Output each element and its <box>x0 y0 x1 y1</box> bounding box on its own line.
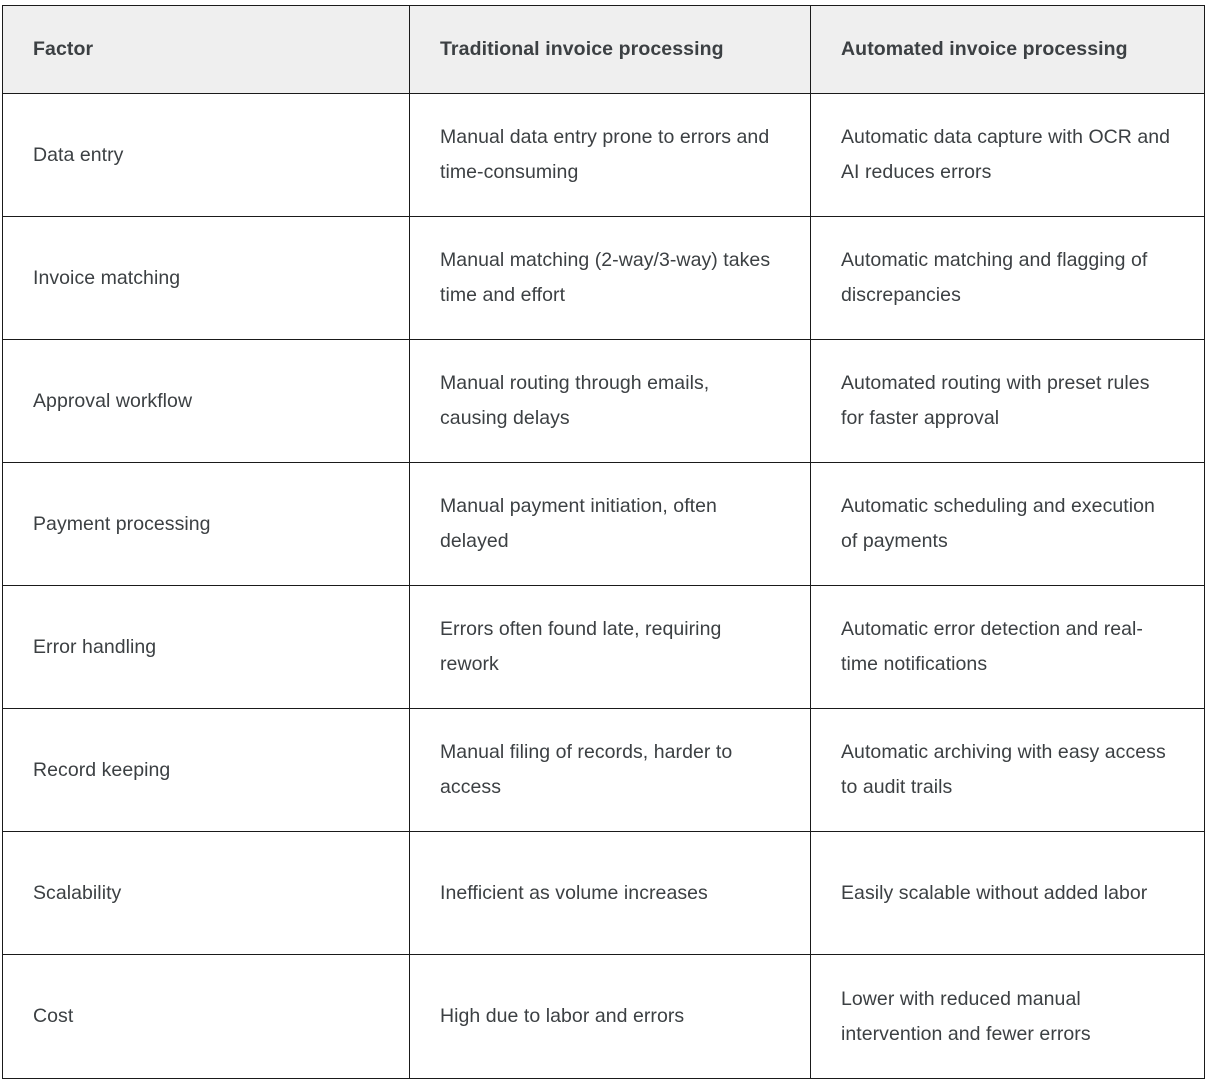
cell-traditional: Manual matching (2-way/3-way) takes time… <box>409 216 811 340</box>
column-header-traditional: Traditional invoice processing <box>409 5 811 94</box>
column-header-traditional-label: Traditional invoice processing <box>440 38 724 61</box>
page-root: Factor Traditional invoice processing Au… <box>0 0 1216 1080</box>
cell-traditional: Errors often found late, requiring rewor… <box>409 585 811 709</box>
cell-traditional: Manual routing through emails, causing d… <box>409 339 811 463</box>
cell-automated-text: Easily scalable without added labor <box>841 881 1148 904</box>
cell-automated-text: Automatic error detection and real-time … <box>841 618 1143 675</box>
cell-factor: Record keeping <box>2 708 410 832</box>
comparison-table: Factor Traditional invoice processing Au… <box>2 5 1205 1079</box>
table-row: Scalability Inefficient as volume increa… <box>2 831 1205 955</box>
cell-automated: Automatic scheduling and execution of pa… <box>810 462 1205 586</box>
cell-traditional-text: Manual filing of records, harder to acce… <box>440 741 733 798</box>
cell-automated-text: Automatic data capture with OCR and AI r… <box>841 126 1171 183</box>
cell-factor-text: Payment processing <box>33 512 211 535</box>
table-row: Approval workflow Manual routing through… <box>2 339 1205 463</box>
cell-factor-text: Record keeping <box>33 758 171 781</box>
column-header-automated-label: Automated invoice processing <box>841 38 1128 61</box>
cell-factor-text: Approval workflow <box>33 389 193 412</box>
table-body: Data entry Manual data entry prone to er… <box>2 93 1205 1079</box>
table-header-row: Factor Traditional invoice processing Au… <box>2 5 1205 94</box>
table-row: Cost High due to labor and errors Lower … <box>2 954 1205 1079</box>
cell-factor-text: Cost <box>33 1005 74 1027</box>
cell-traditional-text: Manual matching (2-way/3-way) takes time… <box>440 249 771 306</box>
cell-automated-text: Lower with reduced manual intervention a… <box>841 987 1091 1045</box>
table-row: Data entry Manual data entry prone to er… <box>2 93 1205 217</box>
cell-automated: Automated routing with preset rules for … <box>810 339 1205 463</box>
cell-factor: Scalability <box>2 831 410 955</box>
cell-factor: Cost <box>2 954 410 1079</box>
cell-automated: Lower with reduced manual intervention a… <box>810 954 1205 1079</box>
cell-factor: Payment processing <box>2 462 410 586</box>
cell-automated-text: Automatic matching and flagging of discr… <box>841 249 1148 306</box>
cell-automated: Easily scalable without added labor <box>810 831 1205 955</box>
cell-traditional-text: Manual payment initiation, often delayed <box>440 495 717 552</box>
cell-traditional-text: Errors often found late, requiring rewor… <box>440 618 722 675</box>
cell-traditional: Manual data entry prone to errors and ti… <box>409 93 811 217</box>
cell-traditional-text: Manual routing through emails, causing d… <box>440 372 710 429</box>
cell-automated: Automatic error detection and real-time … <box>810 585 1205 709</box>
cell-factor-text: Data entry <box>33 143 124 166</box>
cell-factor-text: Error handling <box>33 635 157 658</box>
cell-automated: Automatic matching and flagging of discr… <box>810 216 1205 340</box>
table-row: Error handling Errors often found late, … <box>2 585 1205 709</box>
cell-factor: Invoice matching <box>2 216 410 340</box>
column-header-factor: Factor <box>2 5 410 94</box>
table-row: Invoice matching Manual matching (2-way/… <box>2 216 1205 340</box>
column-header-automated: Automated invoice processing <box>810 5 1205 94</box>
cell-traditional: Inefficient as volume increases <box>409 831 811 955</box>
cell-automated-text: Automatic archiving with easy access to … <box>841 741 1166 798</box>
cell-traditional-text: Inefficient as volume increases <box>440 881 708 904</box>
cell-factor: Data entry <box>2 93 410 217</box>
cell-factor: Approval workflow <box>2 339 410 463</box>
cell-factor-text: Invoice matching <box>33 266 181 289</box>
comparison-table-container: Factor Traditional invoice processing Au… <box>2 5 1205 1079</box>
cell-factor-text: Scalability <box>33 881 122 904</box>
cell-automated-text: Automated routing with preset rules for … <box>841 372 1150 429</box>
cell-traditional-text: Manual data entry prone to errors and ti… <box>440 126 770 183</box>
table-header: Factor Traditional invoice processing Au… <box>2 5 1205 94</box>
table-row: Payment processing Manual payment initia… <box>2 462 1205 586</box>
cell-traditional-text: High due to labor and errors <box>440 1005 685 1027</box>
cell-automated-text: Automatic scheduling and execution of pa… <box>841 495 1155 552</box>
cell-traditional: High due to labor and errors <box>409 954 811 1079</box>
table-row: Record keeping Manual filing of records,… <box>2 708 1205 832</box>
column-header-factor-label: Factor <box>33 38 94 61</box>
cell-automated: Automatic archiving with easy access to … <box>810 708 1205 832</box>
cell-factor: Error handling <box>2 585 410 709</box>
cell-automated: Automatic data capture with OCR and AI r… <box>810 93 1205 217</box>
cell-traditional: Manual filing of records, harder to acce… <box>409 708 811 832</box>
cell-traditional: Manual payment initiation, often delayed <box>409 462 811 586</box>
